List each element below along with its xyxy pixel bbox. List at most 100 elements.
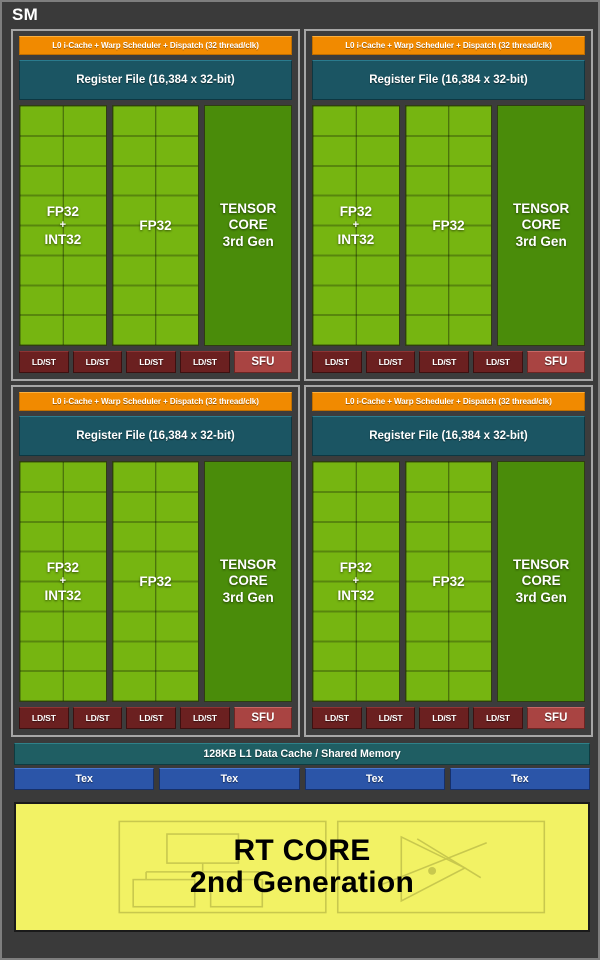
ldst-sfu-row: LD/ST LD/ST LD/ST LD/ST SFU [19, 707, 293, 729]
tensor-core-label: TENSOR CORE 3rd Gen [220, 201, 276, 250]
ldst-unit: LD/ST [19, 351, 69, 373]
register-file-bar: Register File (16,384 x 32-bit) [312, 416, 585, 456]
tensor-text: TENSOR [513, 557, 570, 573]
ldst-unit: LD/ST [312, 707, 362, 729]
tensor-gen-text: 3rd Gen [222, 233, 274, 249]
ldst-unit: LD/ST [19, 707, 69, 729]
core-text: CORE [228, 573, 268, 589]
ldst-sfu-row: LD/ST LD/ST LD/ST LD/ST SFU [19, 351, 293, 373]
ldst-unit: LD/ST [365, 351, 416, 373]
register-file-bar: Register File (16,384 x 32-bit) [312, 60, 585, 100]
rt-core-panel: RT CORE 2nd Generation [14, 802, 590, 932]
fp32-int32-unit: FP32 + INT32 [19, 461, 107, 702]
tensor-gen-text: 3rd Gen [222, 589, 274, 605]
ldst-unit: LD/ST [126, 707, 177, 729]
fp32-label: FP32 [432, 217, 465, 233]
core-units-row: FP32 + INT32 FP32 TENSOR CORE 3rd Gen [312, 105, 586, 346]
intersection-point-icon [428, 867, 437, 875]
plus-text: + [59, 575, 67, 588]
sm-label: SM [12, 5, 39, 24]
fp32-text: FP32 [46, 560, 79, 576]
ldst-unit: LD/ST [180, 707, 230, 729]
int32-text: INT32 [337, 231, 375, 247]
rt-core-graphics [118, 820, 546, 914]
fp32-int32-label: FP32 + INT32 [44, 560, 81, 603]
fp32-text: FP32 [339, 560, 372, 576]
tensor-core-label: TENSOR CORE 3rd Gen [513, 201, 569, 250]
tensor-core-unit: TENSOR CORE 3rd Gen [497, 105, 586, 346]
tex-unit[interactable]: Tex [304, 768, 445, 790]
ldst-unit: LD/ST [473, 707, 523, 729]
bvh-tree-icon [118, 820, 327, 914]
tensor-text: TENSOR [513, 201, 570, 217]
plus-text: + [352, 575, 360, 588]
core-units-row: FP32 + INT32 FP32 TENSOR CORE 3rd Gen [19, 461, 293, 702]
ldst-sfu-row: LD/ST LD/ST LD/ST LD/ST SFU [312, 351, 586, 373]
tensor-core-label: TENSOR CORE 3rd Gen [220, 557, 276, 606]
sfu-unit: SFU [526, 707, 586, 729]
core-units-row: FP32 + INT32 FP32 TENSOR CORE 3rd Gen [19, 105, 293, 346]
plus-text: + [59, 219, 67, 232]
processing-block-4[interactable]: L0 i-Cache + Warp Scheduler + Dispatch (… [304, 385, 593, 737]
tensor-core-unit: TENSOR CORE 3rd Gen [204, 105, 293, 346]
warp-scheduler-bar: L0 i-Cache + Warp Scheduler + Dispatch (… [312, 392, 585, 411]
tex-unit[interactable]: Tex [449, 768, 590, 790]
sm-chip-panel: SM L0 i-Cache + Warp Scheduler + Dispatc… [0, 0, 600, 960]
fp32-text: FP32 [46, 204, 79, 220]
ray-triangle-intersection-icon [336, 820, 546, 914]
fp32-unit: FP32 [404, 461, 493, 702]
core-text: CORE [228, 217, 268, 233]
processing-block-3[interactable]: L0 i-Cache + Warp Scheduler + Dispatch (… [11, 385, 300, 737]
ldst-unit: LD/ST [180, 351, 230, 373]
warp-scheduler-bar: L0 i-Cache + Warp Scheduler + Dispatch (… [312, 36, 585, 55]
fp32-int32-unit: FP32 + INT32 [19, 105, 107, 346]
fp32-int32-label: FP32 + INT32 [337, 204, 374, 247]
core-text: CORE [521, 573, 561, 589]
ldst-sfu-row: LD/ST LD/ST LD/ST LD/ST SFU [312, 707, 586, 729]
tex-unit[interactable]: Tex [14, 768, 155, 790]
tex-units-row: Tex Tex Tex Tex [14, 768, 590, 790]
fp32-unit: FP32 [111, 105, 200, 346]
register-file-bar: Register File (16,384 x 32-bit) [19, 60, 292, 100]
int32-text: INT32 [337, 587, 375, 603]
sfu-unit: SFU [233, 707, 293, 729]
core-units-row: FP32 + INT32 FP32 TENSOR CORE 3rd Gen [312, 461, 586, 702]
tensor-text: TENSOR [220, 557, 277, 573]
l1-data-cache-bar: 128KB L1 Data Cache / Shared Memory [14, 743, 590, 765]
ldst-unit: LD/ST [419, 351, 470, 373]
processing-block-1[interactable]: L0 i-Cache + Warp Scheduler + Dispatch (… [11, 29, 300, 381]
fp32-unit: FP32 [404, 105, 493, 346]
int32-text: INT32 [44, 587, 82, 603]
fp32-int32-label: FP32 + INT32 [44, 204, 81, 247]
fp32-label: FP32 [432, 573, 465, 589]
sfu-unit: SFU [526, 351, 586, 373]
fp32-unit: FP32 [111, 461, 200, 702]
tensor-core-unit: TENSOR CORE 3rd Gen [497, 461, 586, 702]
sfu-unit: SFU [233, 351, 293, 373]
tex-unit[interactable]: Tex [159, 768, 300, 790]
ldst-unit: LD/ST [72, 351, 123, 373]
tensor-core-unit: TENSOR CORE 3rd Gen [204, 461, 293, 702]
register-file-bar: Register File (16,384 x 32-bit) [19, 416, 292, 456]
int32-text: INT32 [44, 231, 82, 247]
warp-scheduler-bar: L0 i-Cache + Warp Scheduler + Dispatch (… [19, 36, 292, 55]
fp32-label: FP32 [139, 217, 172, 233]
fp32-label: FP32 [139, 573, 172, 589]
processing-block-2[interactable]: L0 i-Cache + Warp Scheduler + Dispatch (… [304, 29, 593, 381]
tensor-gen-text: 3rd Gen [515, 233, 567, 249]
tensor-text: TENSOR [220, 201, 277, 217]
ldst-unit: LD/ST [419, 707, 470, 729]
ldst-unit: LD/ST [473, 351, 523, 373]
warp-scheduler-bar: L0 i-Cache + Warp Scheduler + Dispatch (… [19, 392, 292, 411]
tensor-gen-text: 3rd Gen [515, 589, 567, 605]
processing-blocks-container: L0 i-Cache + Warp Scheduler + Dispatch (… [11, 29, 593, 737]
fp32-int32-unit: FP32 + INT32 [312, 105, 400, 346]
ldst-unit: LD/ST [365, 707, 416, 729]
fp32-int32-label: FP32 + INT32 [337, 560, 374, 603]
plus-text: + [352, 219, 360, 232]
fp32-int32-unit: FP32 + INT32 [312, 461, 400, 702]
ldst-unit: LD/ST [312, 351, 362, 373]
core-text: CORE [521, 217, 561, 233]
ldst-unit: LD/ST [72, 707, 123, 729]
ldst-unit: LD/ST [126, 351, 177, 373]
